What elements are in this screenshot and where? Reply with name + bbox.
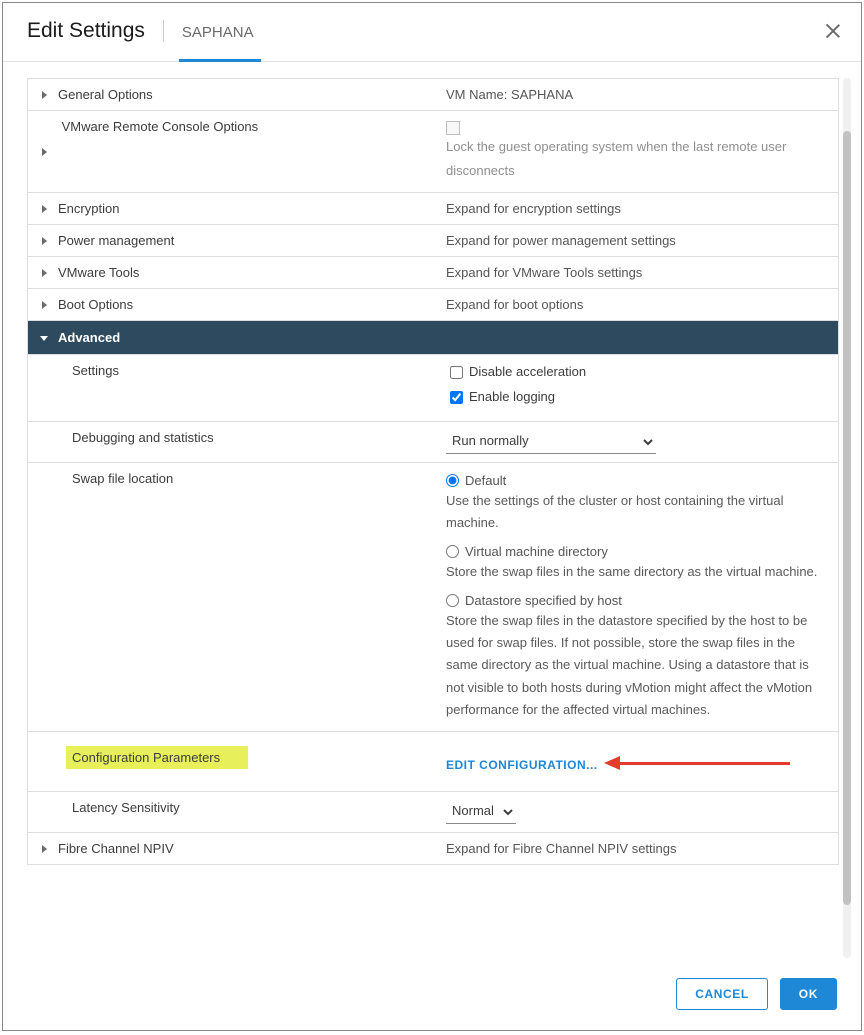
edit-settings-dialog: Edit Settings SAPHANA General Options VM… [2, 2, 862, 1031]
row-value: Expand for encryption settings [446, 201, 621, 216]
chevron-right-icon [40, 148, 48, 156]
vmrc-desc: Lock the guest operating system when the… [446, 135, 826, 184]
vertical-scrollbar[interactable] [843, 78, 851, 958]
enable-logging-checkbox[interactable] [450, 391, 463, 404]
row-value: VM Name: SAPHANA [446, 87, 573, 102]
lock-guest-checkbox[interactable] [446, 121, 460, 135]
swap-default-radio[interactable] [446, 474, 459, 487]
row-label: VMware Remote Console Options [62, 119, 259, 134]
row-debugging: Debugging and statistics Run normally [28, 421, 839, 462]
cancel-button[interactable]: CANCEL [676, 978, 768, 1010]
row-boot-options[interactable]: Boot Options Expand for boot options [28, 288, 839, 320]
title-separator [163, 20, 164, 42]
row-encryption[interactable]: Encryption Expand for encryption setting… [28, 192, 839, 224]
row-label: Debugging and statistics [72, 430, 214, 445]
swap-vmdir-label: Virtual machine directory [465, 544, 608, 559]
row-label: VMware Tools [58, 265, 139, 280]
ok-button[interactable]: OK [780, 978, 837, 1010]
swap-default-label: Default [465, 473, 506, 488]
row-label: Power management [58, 233, 174, 248]
row-vmware-tools[interactable]: VMware Tools Expand for VMware Tools set… [28, 256, 839, 288]
swap-datastore-radio[interactable] [446, 594, 459, 607]
chevron-right-icon [40, 845, 48, 853]
row-label: Settings [72, 363, 119, 378]
debugging-select[interactable]: Run normally [446, 430, 656, 454]
disable-acceleration-checkbox[interactable] [450, 366, 463, 379]
latency-select[interactable]: Normal [446, 800, 516, 824]
row-settings: Settings Disable acceleration Enable log… [28, 354, 839, 421]
row-value: Expand for VMware Tools settings [446, 265, 642, 280]
swap-vmdir-desc: Store the swap files in the same directo… [446, 561, 826, 583]
row-latency-sensitivity: Latency Sensitivity Normal [28, 791, 839, 832]
settings-scroll-area: General Options VM Name: SAPHANA VMware … [27, 78, 839, 958]
chevron-down-icon [40, 334, 48, 342]
row-label: Encryption [58, 201, 119, 216]
chevron-right-icon [40, 205, 48, 213]
dialog-header: Edit Settings SAPHANA [3, 3, 861, 51]
chevron-right-icon [40, 269, 48, 277]
row-label: General Options [58, 87, 153, 102]
config-params-label: Configuration Parameters [66, 746, 248, 769]
swap-datastore-desc: Store the swap files in the datastore sp… [446, 610, 826, 720]
row-advanced-header[interactable]: Advanced [28, 320, 839, 354]
dialog-footer: CANCEL OK [3, 964, 861, 1030]
dialog-title: Edit Settings [27, 19, 145, 43]
row-value: Expand for power management settings [446, 233, 676, 248]
annotation-arrow [604, 759, 790, 767]
tab-bar [3, 51, 861, 62]
chevron-right-icon [40, 91, 48, 99]
chevron-right-icon [40, 237, 48, 245]
chevron-right-icon [40, 301, 48, 309]
edit-configuration-link[interactable]: EDIT CONFIGURATION... [446, 758, 598, 772]
row-power-management[interactable]: Power management Expand for power manage… [28, 224, 839, 256]
row-label: Swap file location [72, 471, 173, 486]
disable-acceleration-option[interactable]: Disable acceleration [446, 363, 826, 382]
vm-name-subtitle: SAPHANA [182, 22, 254, 41]
settings-table: General Options VM Name: SAPHANA VMware … [27, 78, 839, 865]
row-general-options[interactable]: General Options VM Name: SAPHANA [28, 79, 839, 111]
row-label: Latency Sensitivity [72, 800, 180, 815]
enable-logging-option[interactable]: Enable logging [446, 388, 826, 407]
close-icon[interactable] [823, 21, 843, 41]
row-label: Advanced [58, 330, 120, 345]
swap-default-desc: Use the settings of the cluster or host … [446, 490, 826, 534]
row-fibre-channel-npiv[interactable]: Fibre Channel NPIV Expand for Fibre Chan… [28, 832, 839, 864]
row-swap-file-location: Swap file location Default Use the setti… [28, 462, 839, 731]
swap-vmdir-radio[interactable] [446, 545, 459, 558]
row-configuration-parameters: Configuration Parameters EDIT CONFIGURAT… [28, 731, 839, 791]
row-value: Expand for boot options [446, 297, 583, 312]
row-vmrc-options[interactable]: VMware Remote Console Options Lock the g… [28, 111, 839, 193]
scrollbar-thumb[interactable] [843, 131, 851, 905]
row-label: Fibre Channel NPIV [58, 841, 174, 856]
dialog-body: General Options VM Name: SAPHANA VMware … [3, 62, 861, 964]
row-label: Boot Options [58, 297, 133, 312]
row-value: Expand for Fibre Channel NPIV settings [446, 841, 677, 856]
swap-datastore-label: Datastore specified by host [465, 593, 622, 608]
